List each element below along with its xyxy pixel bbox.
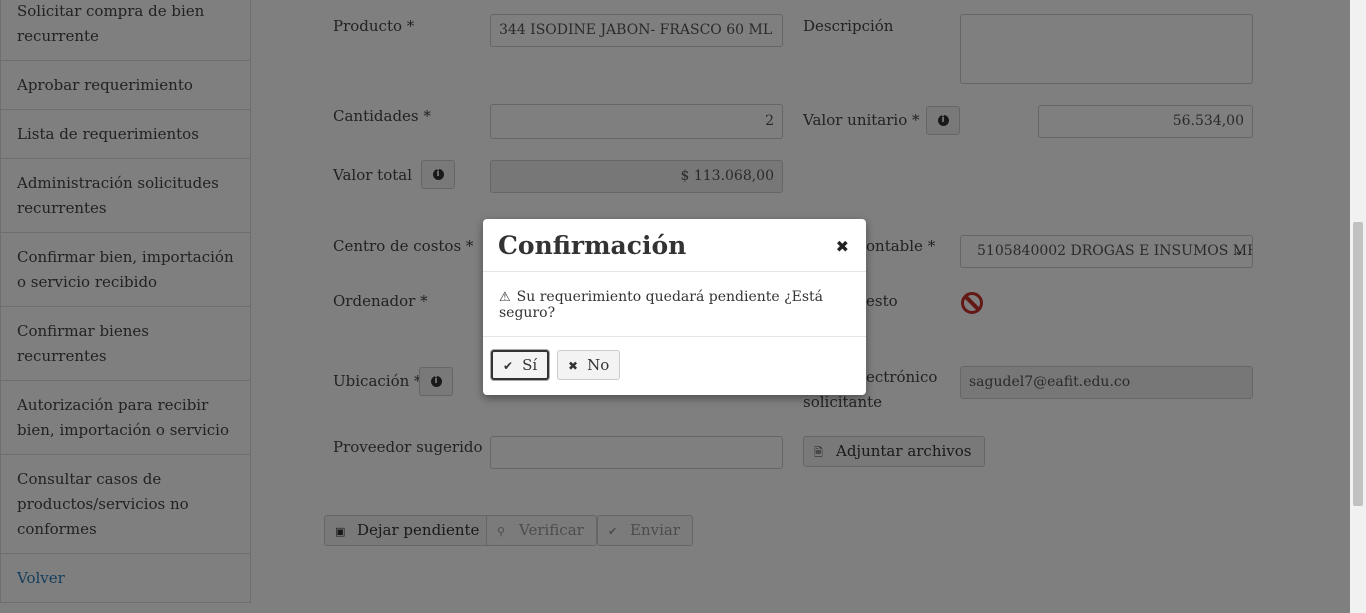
confirm-yes-button[interactable]: ✔ Sí [491, 350, 550, 380]
yes-label: Sí [522, 356, 538, 374]
no-label: No [587, 356, 610, 374]
dialog-header-divider [483, 271, 866, 272]
warning-icon: ⚠ [499, 290, 511, 305]
confirmation-dialog: Confirmación ✖ ⚠ Su requerimiento quedará… [483, 219, 866, 395]
dialog-footer-divider [483, 336, 866, 337]
confirm-no-button[interactable]: ✖ No [557, 350, 621, 380]
dialog-message-text: Su requerimiento quedará pendiente ¿Está… [499, 289, 823, 321]
close-icon: ✖ [568, 359, 579, 373]
dialog-message: ⚠ Su requerimiento quedará pendiente ¿Est… [499, 289, 866, 321]
scrollbar-thumb[interactable] [1353, 222, 1363, 506]
scrollbar[interactable] [1350, 0, 1366, 613]
check-icon: ✔ [503, 359, 514, 373]
close-icon[interactable]: ✖ [836, 237, 849, 256]
dialog-title: Confirmación [498, 231, 687, 260]
